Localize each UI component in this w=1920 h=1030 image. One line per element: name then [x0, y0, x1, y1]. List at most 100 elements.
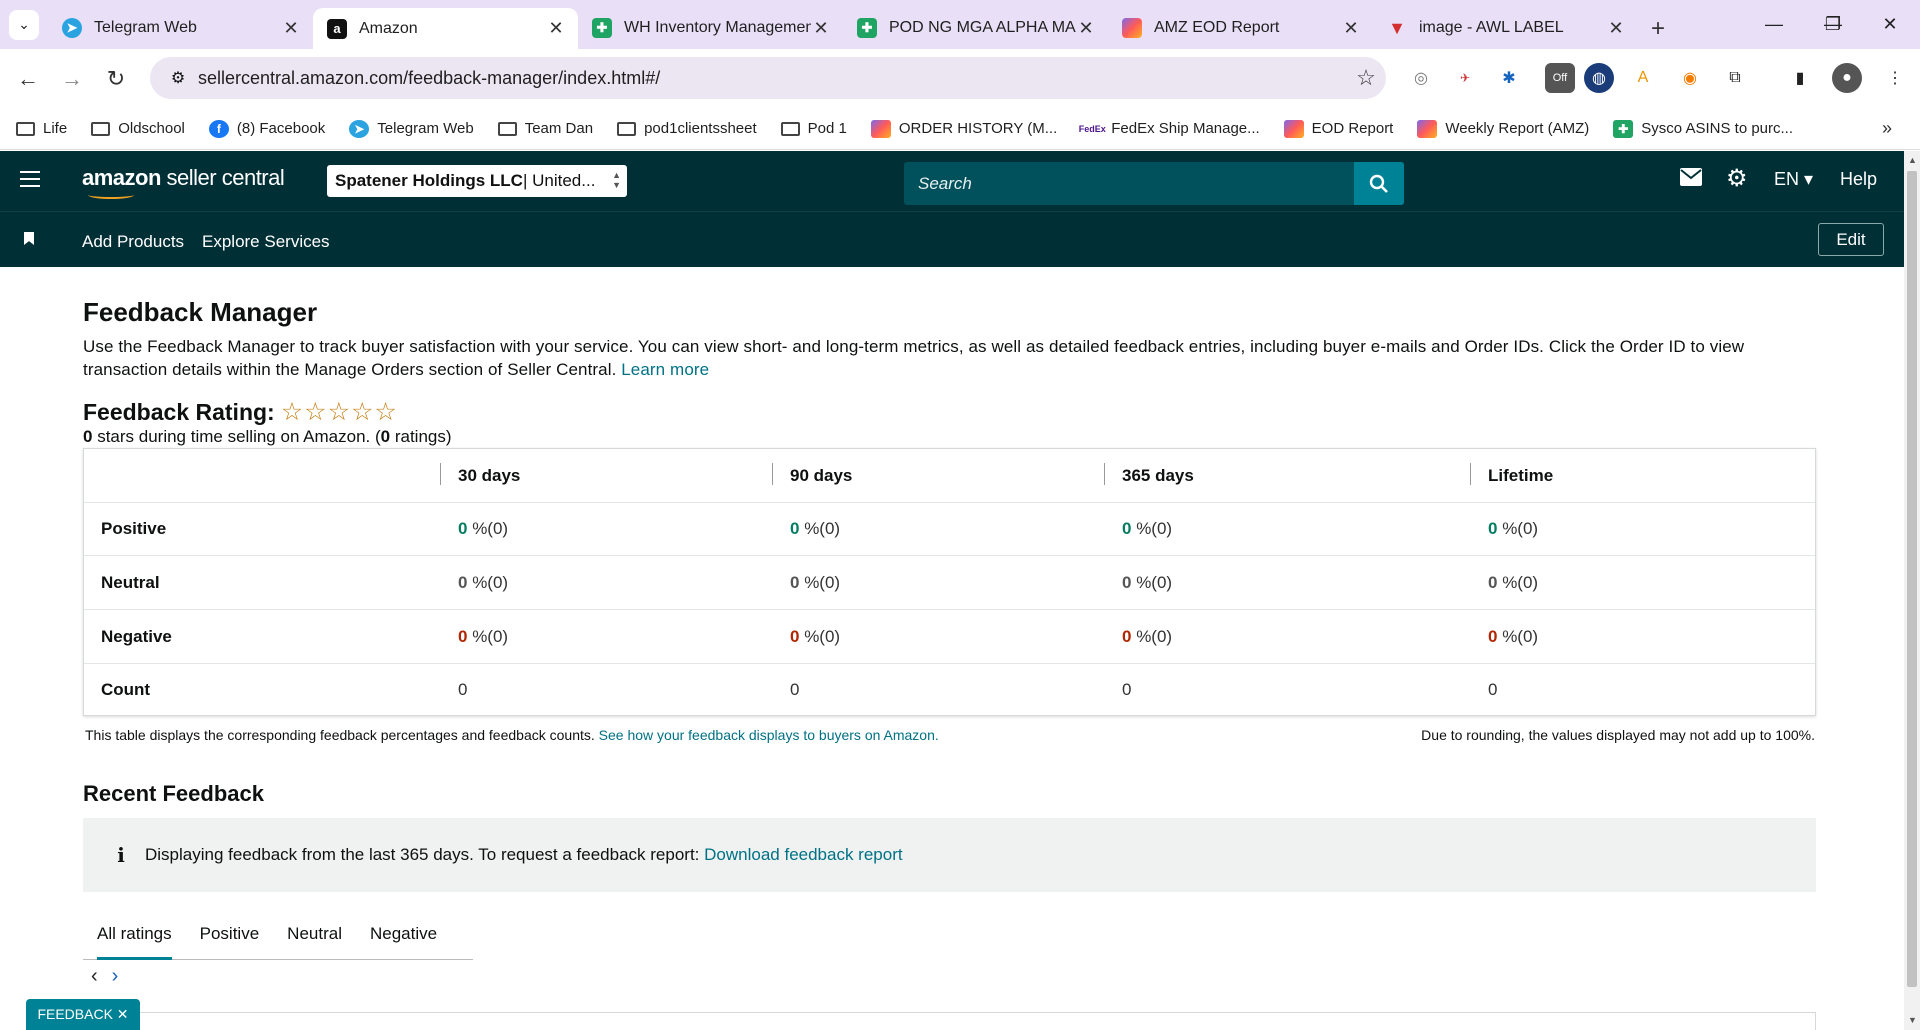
rating-text-end: ratings) [390, 427, 452, 446]
browser-tab[interactable]: ▼ image - AWL LABEL ✕ [1373, 8, 1638, 48]
bookmark-item[interactable]: Life [16, 120, 67, 137]
download-feedback-report-link[interactable]: Download feedback report [704, 845, 902, 865]
table-row-positive: Positive 0 %(0) 0 %(0) 0 %(0) 0 %(0) [84, 502, 1815, 555]
mail-icon[interactable] [1680, 168, 1702, 192]
edit-nav-button[interactable]: Edit [1818, 223, 1884, 256]
close-icon[interactable]: ✕ [1076, 18, 1096, 39]
tab-all-ratings[interactable]: All ratings [83, 908, 186, 960]
amazon-a-icon: a [327, 18, 347, 39]
browser-tab[interactable]: AMZ EOD Report ✕ [1108, 8, 1373, 48]
table-header-row: 30 days 90 days 365 days Lifetime [84, 449, 1815, 502]
page-scrollbar[interactable]: ▲ ▼ [1904, 151, 1920, 1030]
extension-icon[interactable]: ◍ [1584, 63, 1614, 93]
info-icon: i [117, 843, 125, 867]
forward-button[interactable]: → [50, 59, 94, 99]
feedback-display-link[interactable]: See how your feedback displays to buyers… [599, 727, 939, 743]
tab-positive[interactable]: Positive [186, 908, 274, 960]
table-cell: 0 [1488, 680, 1498, 699]
bookmark-item[interactable]: ➤ Telegram Web [349, 119, 474, 138]
browser-menu-icon[interactable]: ⋮ [1880, 63, 1910, 93]
tab-neutral[interactable]: Neutral [273, 908, 356, 960]
cell-suffix: %(0) [799, 626, 841, 646]
star-icon: ☆ [280, 398, 304, 426]
new-tab-button[interactable]: + [1638, 9, 1678, 49]
extensions-puzzle-icon[interactable]: ⧉ [1720, 63, 1750, 93]
side-panel-icon[interactable]: ▮ [1785, 63, 1815, 93]
extension-icon[interactable]: ✱ [1494, 63, 1524, 93]
feedback-widget-button[interactable]: FEEDBACK ✕ [26, 999, 140, 1030]
url-text[interactable]: sellercentral.amazon.com/feedback-manage… [198, 68, 1346, 89]
folder-icon [617, 121, 637, 136]
table-cell: 0 %(0) [790, 519, 840, 539]
info-banner: i Displaying feedback from the last 365 … [83, 818, 1816, 892]
close-icon[interactable]: ✕ [546, 18, 566, 39]
search-input[interactable]: Search [904, 174, 1354, 194]
close-icon[interactable]: ✕ [811, 18, 831, 39]
scroll-up-icon[interactable]: ▲ [1908, 155, 1917, 165]
close-icon[interactable]: ✕ [281, 18, 301, 39]
help-link[interactable]: Help [1840, 169, 1877, 190]
nav-add-products[interactable]: Add Products [82, 232, 184, 252]
seller-central-logo[interactable]: amazon seller central [82, 165, 285, 199]
bookmark-star-icon[interactable]: ☆ [1346, 65, 1386, 91]
menu-icon[interactable] [20, 171, 40, 191]
bookmark-icon[interactable] [24, 232, 34, 245]
avatar[interactable]: ● [1832, 63, 1862, 93]
bookmark-item[interactable]: FedEx FedEx Ship Manage... [1079, 120, 1260, 138]
extension-icon[interactable]: A [1628, 63, 1658, 93]
scroll-down-icon[interactable]: ▼ [1908, 1015, 1917, 1025]
minimize-button[interactable]: — [1744, 0, 1804, 49]
cell-suffix: %(0) [1497, 626, 1539, 646]
restore-button[interactable]: ❐ [1803, 0, 1863, 49]
browser-tab[interactable]: ✚ WH Inventory Managemen ✕ [578, 8, 843, 48]
search-button[interactable] [1354, 162, 1404, 205]
more-bookmarks-icon[interactable]: » [1882, 118, 1892, 139]
feedback-filter-tabs: All ratings Positive Neutral Negative [83, 908, 473, 960]
tab-title: Telegram Web [94, 19, 197, 36]
settings-gear-icon[interactable]: ⚙ [1726, 164, 1748, 193]
bookmark-item[interactable]: Pod 1 [780, 120, 847, 137]
language-selector[interactable]: EN ▾ [1774, 169, 1813, 190]
scrollbar-thumb[interactable] [1907, 171, 1917, 987]
reload-button[interactable]: ↻ [94, 59, 138, 99]
account-switcher[interactable]: Spatener Holdings LLC | United... ▲ ▼ [327, 165, 627, 197]
bookmark-item[interactable]: Oldschool [91, 120, 185, 137]
extension-icon[interactable]: ◉ [1675, 63, 1705, 93]
search-box[interactable]: Search [904, 162, 1404, 205]
tab-search-button[interactable]: ⌄ [0, 0, 48, 49]
table-cell: 0 [790, 680, 800, 699]
tab-negative[interactable]: Negative [356, 908, 451, 960]
chevron-left-icon[interactable]: ‹ [91, 965, 98, 988]
bookmark-item[interactable]: f (8) Facebook [208, 119, 326, 138]
site-info-icon[interactable]: ⚙ [158, 68, 198, 88]
bookmark-item[interactable]: ORDER HISTORY (M... [870, 119, 1057, 138]
bookmark-item[interactable]: Team Dan [497, 120, 593, 137]
bookmark-item[interactable]: Weekly Report (AMZ) [1417, 119, 1589, 138]
close-window-button[interactable]: ✕ [1860, 0, 1920, 49]
extension-icon[interactable]: ◎ [1406, 63, 1436, 93]
bookmark-item[interactable]: EOD Report [1283, 119, 1393, 138]
description-text: Use the Feedback Manager to track buyer … [83, 337, 1745, 379]
extension-icon[interactable]: Off [1545, 63, 1575, 93]
table-cell: 0 %(0) [1122, 519, 1172, 539]
browser-tab[interactable]: ✚ POD NG MGA ALPHA MAL ✕ [843, 8, 1108, 48]
close-icon[interactable]: ✕ [1606, 18, 1626, 39]
learn-more-link[interactable]: Learn more [621, 360, 709, 379]
bookmark-label: (8) Facebook [236, 120, 326, 137]
bookmark-item[interactable]: ✚ Sysco ASINS to purc... [1613, 119, 1793, 138]
browser-tab-active[interactable]: a Amazon ✕ [313, 8, 578, 49]
address-bar[interactable]: ⚙ sellercentral.amazon.com/feedback-mana… [150, 57, 1386, 99]
column-divider [1104, 463, 1105, 485]
back-button[interactable]: ← [6, 59, 50, 99]
table-cell: 0 %(0) [458, 519, 508, 539]
table-note-text: This table displays the corresponding fe… [85, 727, 599, 743]
browser-tab[interactable]: ➤ Telegram Web ✕ [48, 8, 313, 48]
nav-explore-services[interactable]: Explore Services [202, 232, 330, 252]
extension-icon[interactable]: ✈ [1450, 63, 1480, 93]
clickup-icon [1417, 119, 1438, 138]
chevron-right-icon[interactable]: › [112, 965, 119, 988]
bookmark-item[interactable]: pod1clientssheet [617, 120, 757, 137]
close-icon[interactable]: ✕ [1341, 18, 1361, 39]
account-marketplace: | United... [522, 171, 596, 190]
row-label: Count [101, 680, 151, 699]
